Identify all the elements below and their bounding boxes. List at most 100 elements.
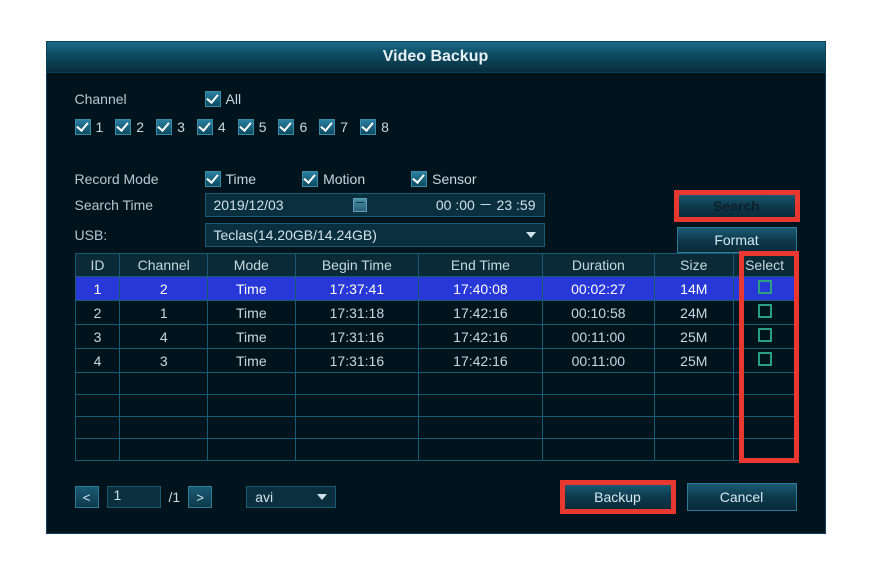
all-label: All: [226, 91, 242, 107]
header-mode: Mode: [208, 254, 296, 277]
cell-channel: 4: [120, 325, 208, 349]
check-icon: [319, 119, 335, 135]
check-icon: [278, 119, 294, 135]
results-table: ID Channel Mode Begin Time End Time Dura…: [75, 253, 797, 461]
usb-select[interactable]: Teclas(14.20GB/14.24GB): [205, 223, 545, 247]
table-row-empty: [75, 395, 796, 417]
record-mode-label: Record Mode: [75, 171, 205, 187]
cell-select: [733, 277, 796, 301]
cancel-button[interactable]: Cancel: [687, 483, 797, 511]
checkbox-channel-7[interactable]: 7: [319, 119, 348, 135]
cell-begin: 17:31:18: [295, 301, 419, 325]
checkbox-motion[interactable]: Motion: [302, 171, 365, 187]
cell-mode: Time: [208, 277, 296, 301]
row-select-checkbox[interactable]: [758, 328, 772, 342]
header-begin: Begin Time: [295, 254, 419, 277]
search-time-row: Search Time 2019/12/03 00 :00 － 23 :59: [75, 193, 647, 217]
cell-duration: 00:02:27: [542, 277, 654, 301]
check-icon: [205, 171, 221, 187]
checkbox-channel-8[interactable]: 8: [360, 119, 389, 135]
check-icon: [115, 119, 131, 135]
table-row-empty: [75, 373, 796, 395]
cell-size: 25M: [654, 325, 733, 349]
checkbox-channel-2[interactable]: 2: [115, 119, 144, 135]
record-mode-row: Record Mode Time Motion Sensor: [75, 171, 647, 187]
cell-duration: 00:10:58: [542, 301, 654, 325]
header-select: Select: [733, 254, 796, 277]
cell-channel: 3: [120, 349, 208, 373]
checkbox-channel-5[interactable]: 5: [238, 119, 267, 135]
header-id: ID: [75, 254, 120, 277]
cell-size: 14M: [654, 277, 733, 301]
row-select-checkbox[interactable]: [758, 352, 772, 366]
cell-size: 25M: [654, 349, 733, 373]
window-title: Video Backup: [47, 42, 825, 73]
usb-label: USB:: [75, 227, 205, 243]
cell-channel: 2: [120, 277, 208, 301]
channel-label: Channel: [75, 91, 205, 107]
table-row[interactable]: 34Time17:31:1617:42:1600:11:0025M: [75, 325, 796, 349]
cell-select: [733, 349, 796, 373]
check-icon: [238, 119, 254, 135]
channel-numbers-row: 12345678: [75, 119, 797, 135]
cell-select: [733, 325, 796, 349]
usb-row: USB: Teclas(14.20GB/14.24GB): [75, 223, 647, 247]
header-size: Size: [654, 254, 733, 277]
cell-duration: 00:11:00: [542, 349, 654, 373]
cell-id: 4: [75, 349, 120, 373]
date-value: 2019/12/03: [214, 197, 284, 213]
chevron-down-icon: [526, 232, 536, 238]
pager-next-button[interactable]: >: [188, 486, 212, 508]
table-row[interactable]: 12Time17:37:4117:40:0800:02:2714M: [75, 277, 796, 301]
cell-begin: 17:31:16: [295, 349, 419, 373]
cell-mode: Time: [208, 301, 296, 325]
checkbox-channel-6[interactable]: 6: [278, 119, 307, 135]
cell-size: 24M: [654, 301, 733, 325]
row-select-checkbox[interactable]: [758, 304, 772, 318]
checkbox-channel-1[interactable]: 1: [75, 119, 104, 135]
cell-mode: Time: [208, 325, 296, 349]
date-time-input[interactable]: 2019/12/03 00 :00 － 23 :59: [205, 193, 545, 217]
video-backup-window: Video Backup Channel All 12345678 Record…: [46, 41, 826, 534]
format-button[interactable]: Format: [677, 227, 797, 253]
calendar-icon[interactable]: [353, 198, 367, 212]
row-select-checkbox[interactable]: [758, 280, 772, 294]
time-range-value: 00 :00 － 23 :59: [436, 195, 536, 215]
check-icon: [205, 91, 221, 107]
cell-duration: 00:11:00: [542, 325, 654, 349]
checkbox-sensor[interactable]: Sensor: [411, 171, 476, 187]
table-row-empty: [75, 417, 796, 439]
pager-current-input[interactable]: 1: [107, 486, 161, 508]
cell-id: 1: [75, 277, 120, 301]
cell-select: [733, 301, 796, 325]
check-icon: [156, 119, 172, 135]
checkbox-channel-3[interactable]: 3: [156, 119, 185, 135]
cell-channel: 1: [120, 301, 208, 325]
results-table-wrap: ID Channel Mode Begin Time End Time Dura…: [75, 253, 797, 461]
usb-value: Teclas(14.20GB/14.24GB): [214, 227, 377, 243]
checkbox-channel-4[interactable]: 4: [197, 119, 226, 135]
header-channel: Channel: [120, 254, 208, 277]
backup-button[interactable]: Backup: [563, 483, 673, 511]
cell-end: 17:42:16: [419, 325, 543, 349]
file-format-value: avi: [255, 489, 273, 505]
file-format-select[interactable]: avi: [246, 486, 336, 508]
header-duration: Duration: [542, 254, 654, 277]
checkbox-all[interactable]: All: [205, 91, 242, 107]
cell-mode: Time: [208, 349, 296, 373]
cell-end: 17:42:16: [419, 301, 543, 325]
check-icon: [360, 119, 376, 135]
table-row[interactable]: 21Time17:31:1817:42:1600:10:5824M: [75, 301, 796, 325]
table-row-empty: [75, 439, 796, 461]
cell-end: 17:40:08: [419, 277, 543, 301]
table-row[interactable]: 43Time17:31:1617:42:1600:11:0025M: [75, 349, 796, 373]
search-time-label: Search Time: [75, 197, 205, 213]
check-icon: [302, 171, 318, 187]
channel-row: Channel All: [75, 91, 797, 107]
checkbox-time[interactable]: Time: [205, 171, 257, 187]
cell-begin: 17:37:41: [295, 277, 419, 301]
check-icon: [411, 171, 427, 187]
pager-prev-button[interactable]: <: [75, 486, 99, 508]
search-button[interactable]: Search: [677, 193, 797, 219]
cell-end: 17:42:16: [419, 349, 543, 373]
